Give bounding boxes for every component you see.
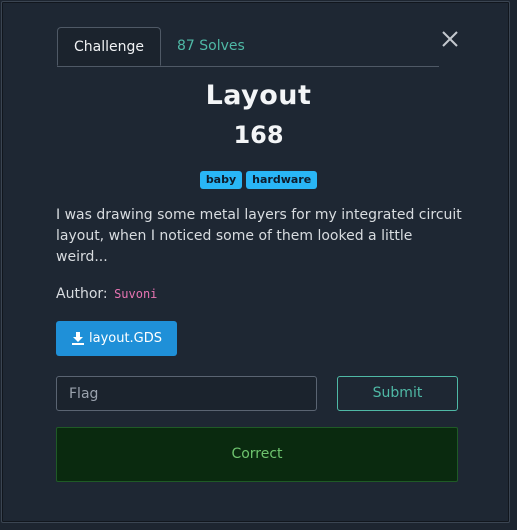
tag-badge: hardware [246,171,318,189]
author-label: Author: [56,286,108,302]
download-file-button[interactable]: layout.GDS [56,321,177,356]
file-name: layout.GDS [88,331,163,346]
tab-solves[interactable]: 87 Solves [177,27,245,66]
tag-badge: baby [199,171,243,189]
author-line: Author: Suvoni [56,286,157,302]
challenge-description: I was drawing some metal layers for my i… [56,207,462,265]
author-name: Suvoni [114,287,158,301]
download-icon [71,331,84,345]
flag-input[interactable] [56,376,317,411]
challenge-points: 168 [233,121,284,149]
challenge-title: Layout [205,80,312,111]
submit-button[interactable]: Submit [337,376,458,411]
tab-challenge[interactable]: Challenge [57,27,161,66]
result-message: Correct [56,427,458,482]
tag-list: baby hardware [0,171,517,189]
close-icon[interactable] [440,29,460,49]
tab-bar: Challenge 87 Solves [57,27,439,67]
